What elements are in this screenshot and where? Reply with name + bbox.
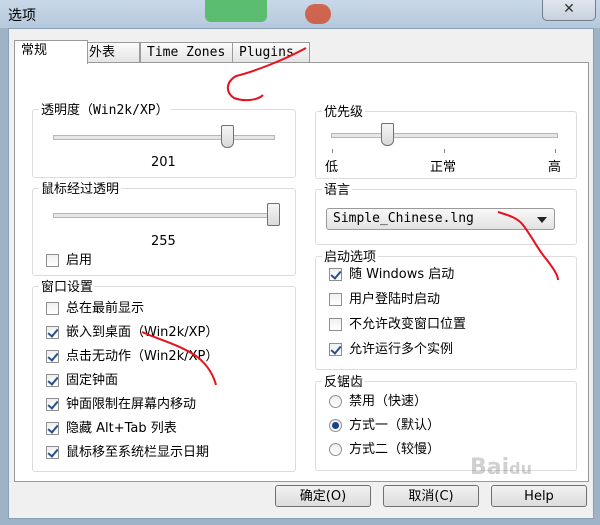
priority-group: 优先级 低 正常 高 xyxy=(315,101,577,179)
startup-option-checkbox[interactable] xyxy=(329,318,342,331)
help-button[interactable]: Help xyxy=(491,485,587,507)
startup-option-label: 随 Windows 启动 xyxy=(349,267,455,282)
startup-option-checkbox[interactable] xyxy=(329,293,342,306)
transparency-label: 透明度（Win2k/XP） xyxy=(39,99,171,118)
tab-appearance[interactable]: 外表 xyxy=(82,42,140,63)
hover-value: 255 xyxy=(151,234,176,249)
tab-time-zones[interactable]: Time Zones xyxy=(140,42,238,63)
antialias-group: 反锯齿 禁用（快速） 方式一（默认） 方式二（较慢） xyxy=(315,371,577,471)
startup-options-group: 启动选项 随 Windows 启动 用户登陆时启动不允许改变窗口位置 允许运行多个实… xyxy=(315,246,577,370)
priority-tick xyxy=(555,149,556,153)
startup-option-checkbox[interactable] xyxy=(329,343,342,356)
priority-label: 优先级 xyxy=(322,101,366,120)
startup-options-label: 启动选项 xyxy=(322,246,379,265)
priority-tick xyxy=(444,149,445,153)
ok-button[interactable]: 确定(O) xyxy=(275,485,371,507)
antialias-option-label: 禁用（快速） xyxy=(349,394,428,409)
antialias-option-label: 方式一（默认） xyxy=(349,418,441,433)
antialias-option-label: 方式二（较慢） xyxy=(349,442,441,457)
language-group: 语言 Simple_Chinese.lng xyxy=(315,179,577,245)
window-settings-label: 窗口设置 xyxy=(39,276,96,295)
priority-normal-label: 正常 xyxy=(430,160,457,175)
antialias-label: 反锯齿 xyxy=(322,371,366,390)
cancel-button[interactable]: 取消(C) xyxy=(383,485,479,507)
startup-option-label: 允许运行多个实例 xyxy=(349,342,454,357)
startup-option-checkbox[interactable] xyxy=(329,268,342,281)
priority-slider-thumb[interactable] xyxy=(381,123,395,146)
window-setting-checkbox[interactable] xyxy=(46,398,59,411)
hover-slider-thumb[interactable] xyxy=(267,203,280,226)
language-select[interactable]: Simple_Chinese.lng xyxy=(326,208,555,230)
background-app-icon xyxy=(205,0,267,22)
window-setting-label: 鼠标移至系统栏显示日期 xyxy=(66,445,210,460)
window-setting-label: 总在最前显示 xyxy=(66,301,145,316)
window-setting-label: 嵌入到桌面（Win2k/XP） xyxy=(66,325,219,340)
transparency-slider-thumb[interactable] xyxy=(220,125,234,148)
enable-label: 启用 xyxy=(66,253,93,268)
antialias-option-radio[interactable] xyxy=(329,443,342,456)
priority-high-label: 高 xyxy=(548,160,562,175)
tab-plugins[interactable]: Plugins xyxy=(232,42,310,63)
dialog-client-area: 常规 外表 Time Zones Plugins 透明度（Win2k/XP） 2… xyxy=(8,28,594,519)
watermark-logo: Baidu xyxy=(470,455,532,480)
transparency-slider-track[interactable] xyxy=(53,135,275,140)
tab-general[interactable]: 常规 xyxy=(14,40,88,64)
general-panel: 透明度（Win2k/XP） 201 鼠标经过透明 255 启用 窗口设置 总在最… xyxy=(14,62,589,482)
window-setting-checkbox[interactable] xyxy=(46,422,59,435)
chevron-down-icon xyxy=(537,217,547,223)
transparency-value: 201 xyxy=(151,155,176,170)
window-setting-checkbox[interactable] xyxy=(46,302,59,315)
hover-transparency-group: 鼠标经过透明 255 启用 xyxy=(32,178,296,276)
window-setting-checkbox[interactable] xyxy=(46,374,59,387)
hover-slider-track[interactable] xyxy=(53,213,275,218)
window-settings-group: 窗口设置 总在最前显示嵌入到桌面（Win2k/XP） 点击无动作（Win2k/XP… xyxy=(32,276,296,472)
window-setting-checkbox[interactable] xyxy=(46,446,59,459)
window-setting-label: 固定钟面 xyxy=(66,373,119,388)
window-setting-label: 隐藏 Alt+Tab 列表 xyxy=(66,421,177,436)
priority-slider-track[interactable] xyxy=(331,133,558,138)
priority-low-label: 低 xyxy=(325,160,339,175)
window-setting-checkbox[interactable] xyxy=(46,326,59,339)
startup-option-label: 不允许改变窗口位置 xyxy=(349,317,467,332)
priority-tick xyxy=(332,149,333,153)
background-app-icon xyxy=(305,4,331,24)
antialias-option-radio[interactable] xyxy=(329,419,342,432)
transparency-group: 透明度（Win2k/XP） 201 xyxy=(32,99,296,178)
title-bar: 选项 ✕ xyxy=(0,0,600,28)
window-title: 选项 xyxy=(8,8,36,24)
hover-transparency-label: 鼠标经过透明 xyxy=(39,178,122,197)
enable-checkbox[interactable] xyxy=(46,254,59,267)
window-setting-label: 点击无动作（Win2k/XP） xyxy=(66,349,219,364)
language-select-value: Simple_Chinese.lng xyxy=(333,211,474,226)
antialias-option-radio[interactable] xyxy=(329,395,342,408)
close-button[interactable]: ✕ xyxy=(542,0,596,21)
window-setting-label: 钟面限制在屏幕内移动 xyxy=(66,397,197,412)
window-setting-checkbox[interactable] xyxy=(46,350,59,363)
language-label: 语言 xyxy=(322,179,353,198)
startup-option-label: 用户登陆时启动 xyxy=(349,292,441,307)
